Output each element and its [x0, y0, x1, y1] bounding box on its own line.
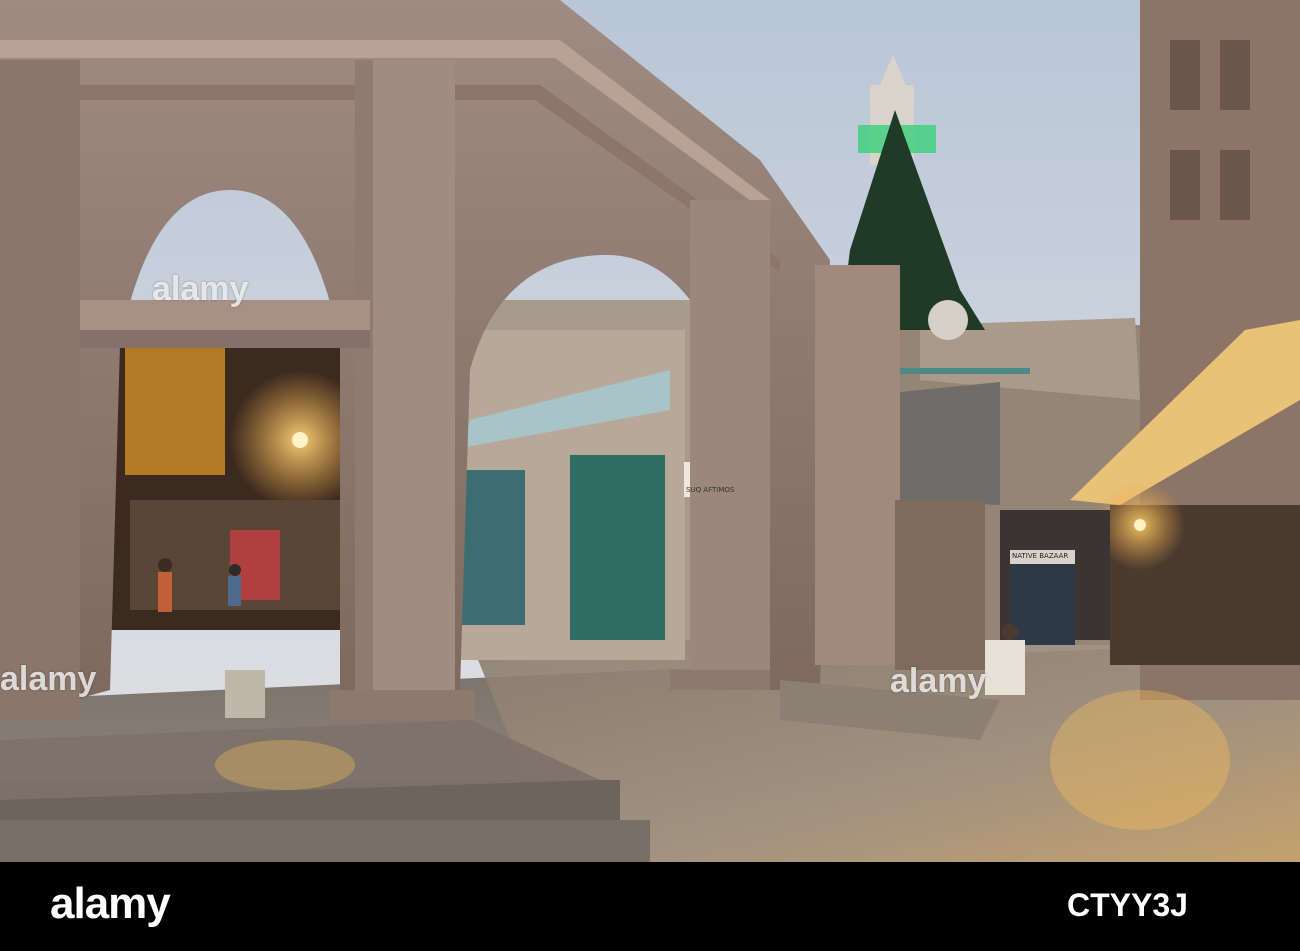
stock-id-label: CTYY3J: [1067, 887, 1188, 923]
street-sign-label: SUQ AFTIMOS: [686, 486, 735, 494]
photo: SUQ AFTIMOS NATIVE BAZAAR alamy alamy al…: [0, 0, 1300, 862]
shop-sign-label: NATIVE BAZAAR: [1012, 552, 1069, 560]
street-scene-illustration: [0, 0, 1300, 862]
alamy-logo: alamy: [50, 879, 171, 928]
